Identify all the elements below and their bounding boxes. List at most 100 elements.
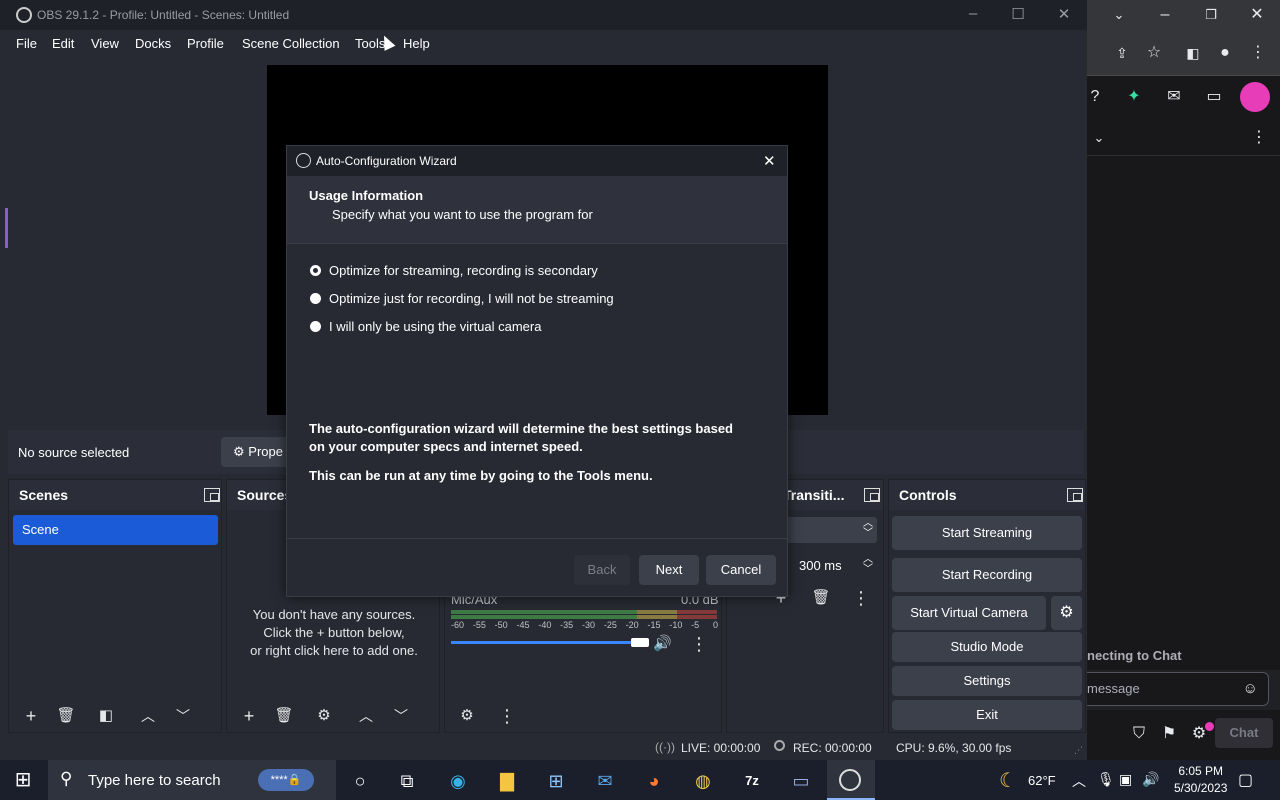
filter-icon[interactable]: ◧: [92, 702, 120, 730]
file-explorer-icon[interactable]: ▇: [494, 768, 520, 794]
more-vertical-icon[interactable]: ⋮: [1247, 126, 1271, 150]
transitions-title-text: Transiti...: [783, 487, 845, 503]
resize-grip-icon[interactable]: ⋰: [1074, 745, 1083, 756]
star-icon[interactable]: ☆: [1142, 41, 1166, 65]
spin-arrows-icon[interactable]: ︿ ﹀: [863, 555, 873, 575]
trash-icon[interactable]: 🗑: [807, 584, 835, 612]
add-icon[interactable]: +: [17, 702, 45, 730]
menu-docks[interactable]: Docks: [135, 36, 171, 51]
chrome-icon[interactable]: ◍: [690, 768, 716, 794]
chat-input[interactable]: message ☺: [1087, 672, 1269, 706]
7zip-icon[interactable]: 7z: [739, 768, 765, 794]
next-button[interactable]: Next: [639, 555, 699, 585]
radio-button[interactable]: [310, 321, 321, 332]
gift-icon[interactable]: ⚑: [1157, 722, 1181, 746]
speaker-icon[interactable]: 🔊: [653, 634, 672, 652]
menu-profile[interactable]: Profile: [187, 36, 224, 51]
chevron-down-icon[interactable]: ⌄: [1087, 126, 1111, 150]
store-icon[interactable]: ⊞: [543, 768, 569, 794]
more-vertical-icon[interactable]: ⋮: [847, 584, 875, 612]
weather-icon[interactable]: ☾: [995, 768, 1021, 794]
clock[interactable]: 6:05 PM 5/30/2023: [1174, 764, 1227, 795]
taskbar-search[interactable]: ⚲ Type here to search ****🔒: [48, 760, 336, 800]
transition-select[interactable]: ︿ ﹀: [783, 517, 877, 543]
close-icon[interactable]: ✕: [1245, 3, 1269, 27]
sidebar-icon[interactable]: ◧: [1181, 41, 1205, 65]
sparkle-icon[interactable]: ✦: [1122, 85, 1146, 109]
volume-slider[interactable]: [451, 641, 639, 644]
whisper-icon[interactable]: ▭: [1202, 85, 1226, 109]
spin-arrows-icon[interactable]: ︿ ﹀: [863, 519, 873, 539]
sources-empty-text[interactable]: You don't have any sources. Click the + …: [227, 606, 441, 660]
virtual-camera-gear-icon[interactable]: ⚙: [1051, 596, 1082, 630]
radio-label[interactable]: I will only be using the virtual camera: [329, 319, 541, 334]
start-streaming-button[interactable]: Start Streaming: [892, 516, 1082, 550]
settings-button[interactable]: Settings: [892, 666, 1082, 696]
radio-label[interactable]: Optimize just for recording, I will not …: [329, 291, 614, 306]
volume-slider-handle[interactable]: [631, 638, 649, 647]
trash-icon[interactable]: 🗑: [52, 702, 80, 730]
notifications-icon[interactable]: ▢: [1238, 770, 1253, 790]
remote-desktop-icon[interactable]: ▭: [788, 768, 814, 794]
wizard-subheading: Specify what you want to use the program…: [332, 207, 593, 222]
close-icon[interactable]: ✕: [1049, 5, 1079, 23]
taskbar: ⊞ ⚲ Type here to search ****🔒 ○ ⧉ ◉ ▇ ⊞ …: [0, 760, 1280, 800]
inbox-icon[interactable]: ✉: [1162, 85, 1186, 109]
add-icon[interactable]: +: [235, 702, 263, 730]
maximize-icon[interactable]: ☐: [1003, 5, 1033, 23]
menu-scene-collection[interactable]: Scene Collection: [242, 36, 340, 51]
float-dock-icon[interactable]: [1067, 488, 1083, 502]
radio-label[interactable]: Optimize for streaming, recording is sec…: [329, 263, 598, 278]
more-vertical-icon[interactable]: ⋮: [685, 630, 713, 658]
obs-taskbar-item[interactable]: [827, 760, 875, 800]
radio-button[interactable]: [310, 293, 321, 304]
start-recording-button[interactable]: Start Recording: [892, 558, 1082, 592]
minimize-icon[interactable]: –: [1153, 3, 1177, 27]
menu-view[interactable]: View: [91, 36, 119, 51]
radio-button[interactable]: [310, 265, 321, 276]
chevron-up-icon[interactable]: ︿: [352, 702, 380, 730]
chat-send-button[interactable]: Chat: [1215, 718, 1273, 748]
task-view-icon[interactable]: ⧉: [394, 768, 420, 794]
share-icon[interactable]: ⇪: [1110, 41, 1134, 65]
more-vertical-icon[interactable]: ⋮: [1246, 41, 1270, 65]
volume-icon[interactable]: 🔊: [1142, 771, 1159, 788]
gear-icon[interactable]: ⚙: [310, 702, 338, 730]
chevron-down-icon[interactable]: ⌄: [1107, 3, 1131, 27]
duration-input[interactable]: 300 ms ︿ ﹀: [783, 553, 877, 579]
emoji-icon[interactable]: ☺: [1243, 673, 1258, 705]
back-button[interactable]: Back: [574, 555, 630, 585]
menu-help[interactable]: Help: [403, 36, 430, 51]
advanced-audio-gear-icon[interactable]: ⚙: [453, 702, 481, 730]
windows-start-icon[interactable]: ⊞: [10, 767, 36, 793]
network-icon[interactable]: ▣: [1119, 771, 1132, 788]
edge-icon[interactable]: ◉: [445, 768, 471, 794]
float-dock-icon[interactable]: [204, 488, 220, 502]
shield-icon[interactable]: ⛉: [1127, 722, 1151, 746]
chevron-down-icon[interactable]: ﹀: [387, 702, 415, 730]
cortana-icon[interactable]: ○: [347, 768, 373, 794]
profile-icon[interactable]: ●: [1213, 41, 1237, 65]
scene-item[interactable]: Scene: [13, 515, 218, 545]
avatar[interactable]: [1240, 82, 1270, 112]
trash-icon[interactable]: 🗑: [270, 702, 298, 730]
firefox-icon[interactable]: ◕: [641, 768, 667, 794]
studio-mode-button[interactable]: Studio Mode: [892, 632, 1082, 662]
more-vertical-icon[interactable]: ⋮: [493, 702, 521, 730]
start-virtual-camera-button[interactable]: Start Virtual Camera: [892, 596, 1046, 630]
temperature[interactable]: 62°F: [1028, 773, 1056, 788]
chevron-up-icon[interactable]: ︿: [1072, 771, 1086, 791]
chevron-down-icon[interactable]: ﹀: [169, 702, 197, 730]
restore-icon[interactable]: ❐: [1199, 3, 1223, 27]
menu-edit[interactable]: Edit: [52, 36, 74, 51]
minimize-icon[interactable]: –: [958, 5, 988, 22]
mail-icon[interactable]: ✉: [592, 768, 618, 794]
microphone-icon[interactable]: 🎙: [1097, 771, 1115, 788]
chevron-up-icon[interactable]: ︿: [134, 702, 162, 730]
close-icon[interactable]: ✕: [763, 152, 776, 170]
browser-titlebar: ⌄ – ❐ ✕: [1087, 0, 1280, 30]
cancel-button[interactable]: Cancel: [706, 555, 776, 585]
menu-file[interactable]: File: [16, 36, 37, 51]
float-dock-icon[interactable]: [864, 488, 880, 502]
exit-button[interactable]: Exit: [892, 700, 1082, 730]
